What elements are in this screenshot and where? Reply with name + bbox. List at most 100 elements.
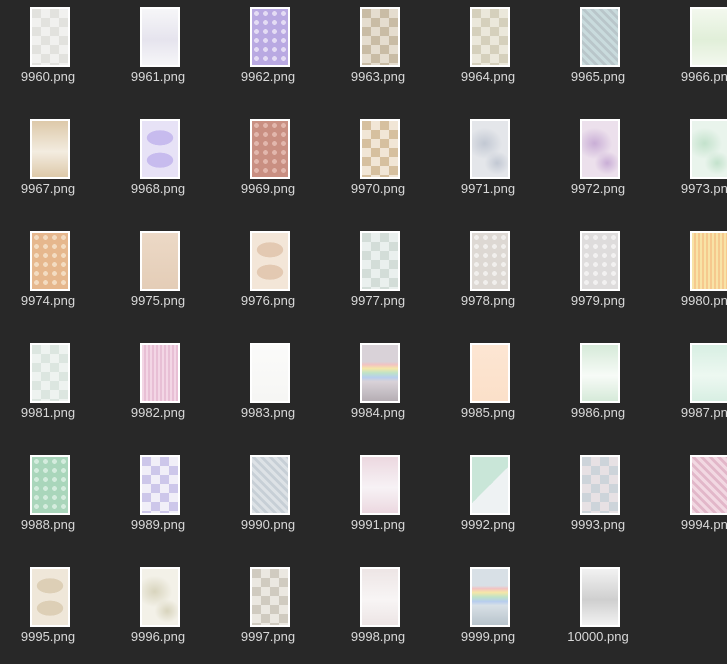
file-name-label: 9963.png bbox=[350, 69, 406, 84]
file-thumbnail[interactable] bbox=[690, 231, 727, 291]
file-thumbnail[interactable] bbox=[580, 7, 620, 67]
file-name-label: 9967.png bbox=[20, 181, 76, 196]
file-thumbnail[interactable] bbox=[140, 231, 180, 291]
file-item[interactable]: 9968.png bbox=[110, 112, 210, 216]
file-thumbnail[interactable] bbox=[470, 455, 510, 515]
file-item[interactable]: 9976.png bbox=[220, 224, 320, 328]
file-thumbnail[interactable] bbox=[470, 7, 510, 67]
file-item[interactable]: 9963.png bbox=[330, 0, 430, 104]
file-item[interactable]: 9994.png bbox=[660, 448, 727, 552]
file-name-label: 9993.png bbox=[570, 517, 626, 532]
file-thumbnail[interactable] bbox=[30, 567, 70, 627]
file-item[interactable]: 9964.png bbox=[440, 0, 540, 104]
file-item[interactable]: 9998.png bbox=[330, 560, 430, 664]
file-item[interactable]: 9990.png bbox=[220, 448, 320, 552]
file-item[interactable]: 9973.png bbox=[660, 112, 727, 216]
file-thumbnail[interactable] bbox=[360, 343, 400, 403]
file-thumbnail[interactable] bbox=[250, 343, 290, 403]
file-item[interactable]: 9977.png bbox=[330, 224, 430, 328]
file-thumbnail[interactable] bbox=[30, 231, 70, 291]
file-item[interactable]: 9962.png bbox=[220, 0, 320, 104]
file-thumbnail[interactable] bbox=[30, 455, 70, 515]
file-name-label: 9985.png bbox=[460, 405, 516, 420]
file-thumbnail[interactable] bbox=[30, 7, 70, 67]
file-name-label: 9973.png bbox=[680, 181, 727, 196]
file-name-label: 10000.png bbox=[567, 629, 629, 644]
file-name-label: 9976.png bbox=[240, 293, 296, 308]
file-thumbnail[interactable] bbox=[580, 567, 620, 627]
file-item[interactable]: 9971.png bbox=[440, 112, 540, 216]
file-thumbnail[interactable] bbox=[30, 343, 70, 403]
file-item[interactable]: 10000.png bbox=[550, 560, 650, 664]
file-name-label: 9981.png bbox=[20, 405, 76, 420]
file-thumbnail[interactable] bbox=[360, 231, 400, 291]
file-thumbnail[interactable] bbox=[140, 455, 180, 515]
file-thumbnail[interactable] bbox=[580, 231, 620, 291]
file-item[interactable]: 9983.png bbox=[220, 336, 320, 440]
file-name-label: 9975.png bbox=[130, 293, 186, 308]
file-item[interactable]: 9996.png bbox=[110, 560, 210, 664]
file-thumbnail[interactable] bbox=[470, 567, 510, 627]
file-item[interactable]: 9989.png bbox=[110, 448, 210, 552]
file-item[interactable]: 9991.png bbox=[330, 448, 430, 552]
file-item[interactable]: 9980.png bbox=[660, 224, 727, 328]
file-thumbnail[interactable] bbox=[690, 455, 727, 515]
file-thumbnail[interactable] bbox=[30, 119, 70, 179]
file-thumbnail[interactable] bbox=[470, 343, 510, 403]
file-thumbnail[interactable] bbox=[250, 119, 290, 179]
file-thumbnail[interactable] bbox=[360, 119, 400, 179]
file-name-label: 9969.png bbox=[240, 181, 296, 196]
file-name-label: 9994.png bbox=[680, 517, 727, 532]
file-thumbnail[interactable] bbox=[140, 7, 180, 67]
file-thumbnail[interactable] bbox=[250, 7, 290, 67]
file-thumbnail[interactable] bbox=[140, 343, 180, 403]
file-item[interactable]: 9982.png bbox=[110, 336, 210, 440]
file-item[interactable]: 9978.png bbox=[440, 224, 540, 328]
file-item[interactable]: 9979.png bbox=[550, 224, 650, 328]
file-item[interactable]: 9966.png bbox=[660, 0, 727, 104]
file-thumbnail[interactable] bbox=[250, 455, 290, 515]
file-thumbnail[interactable] bbox=[580, 343, 620, 403]
file-thumbnail[interactable] bbox=[580, 119, 620, 179]
file-thumbnail[interactable] bbox=[470, 231, 510, 291]
file-item[interactable]: 9995.png bbox=[0, 560, 100, 664]
file-thumbnail[interactable] bbox=[250, 231, 290, 291]
file-name-label: 9979.png bbox=[570, 293, 626, 308]
file-thumbnail[interactable] bbox=[140, 567, 180, 627]
file-thumbnail[interactable] bbox=[580, 455, 620, 515]
file-item[interactable]: 9997.png bbox=[220, 560, 320, 664]
file-item[interactable]: 9961.png bbox=[110, 0, 210, 104]
file-item[interactable]: 9975.png bbox=[110, 224, 210, 328]
file-thumbnail[interactable] bbox=[690, 119, 727, 179]
file-item[interactable]: 9987.png bbox=[660, 336, 727, 440]
file-item[interactable]: 9993.png bbox=[550, 448, 650, 552]
file-item[interactable]: 9960.png bbox=[0, 0, 100, 104]
file-item[interactable]: 9984.png bbox=[330, 336, 430, 440]
file-grid: 9960.png 9961.png 9962.png 9963.png 9964.png… bbox=[0, 0, 727, 652]
file-thumbnail[interactable] bbox=[690, 343, 727, 403]
file-thumbnail[interactable] bbox=[360, 567, 400, 627]
file-name-label: 9971.png bbox=[460, 181, 516, 196]
file-thumbnail[interactable] bbox=[690, 7, 727, 67]
file-item[interactable]: 9988.png bbox=[0, 448, 100, 552]
file-name-label: 9998.png bbox=[350, 629, 406, 644]
file-thumbnail[interactable] bbox=[470, 119, 510, 179]
file-item[interactable]: 9965.png bbox=[550, 0, 650, 104]
file-thumbnail[interactable] bbox=[140, 119, 180, 179]
file-item[interactable]: 9999.png bbox=[440, 560, 540, 664]
file-thumbnail[interactable] bbox=[250, 567, 290, 627]
file-item[interactable]: 9981.png bbox=[0, 336, 100, 440]
file-item[interactable]: 9969.png bbox=[220, 112, 320, 216]
file-item[interactable]: 9992.png bbox=[440, 448, 540, 552]
file-item[interactable]: 9974.png bbox=[0, 224, 100, 328]
file-item[interactable]: 9985.png bbox=[440, 336, 540, 440]
file-thumbnail[interactable] bbox=[360, 455, 400, 515]
file-item[interactable]: 9970.png bbox=[330, 112, 430, 216]
file-name-label: 9987.png bbox=[680, 405, 727, 420]
file-name-label: 9965.png bbox=[570, 69, 626, 84]
file-item[interactable]: 9986.png bbox=[550, 336, 650, 440]
file-name-label: 9977.png bbox=[350, 293, 406, 308]
file-item[interactable]: 9972.png bbox=[550, 112, 650, 216]
file-item[interactable]: 9967.png bbox=[0, 112, 100, 216]
file-thumbnail[interactable] bbox=[360, 7, 400, 67]
